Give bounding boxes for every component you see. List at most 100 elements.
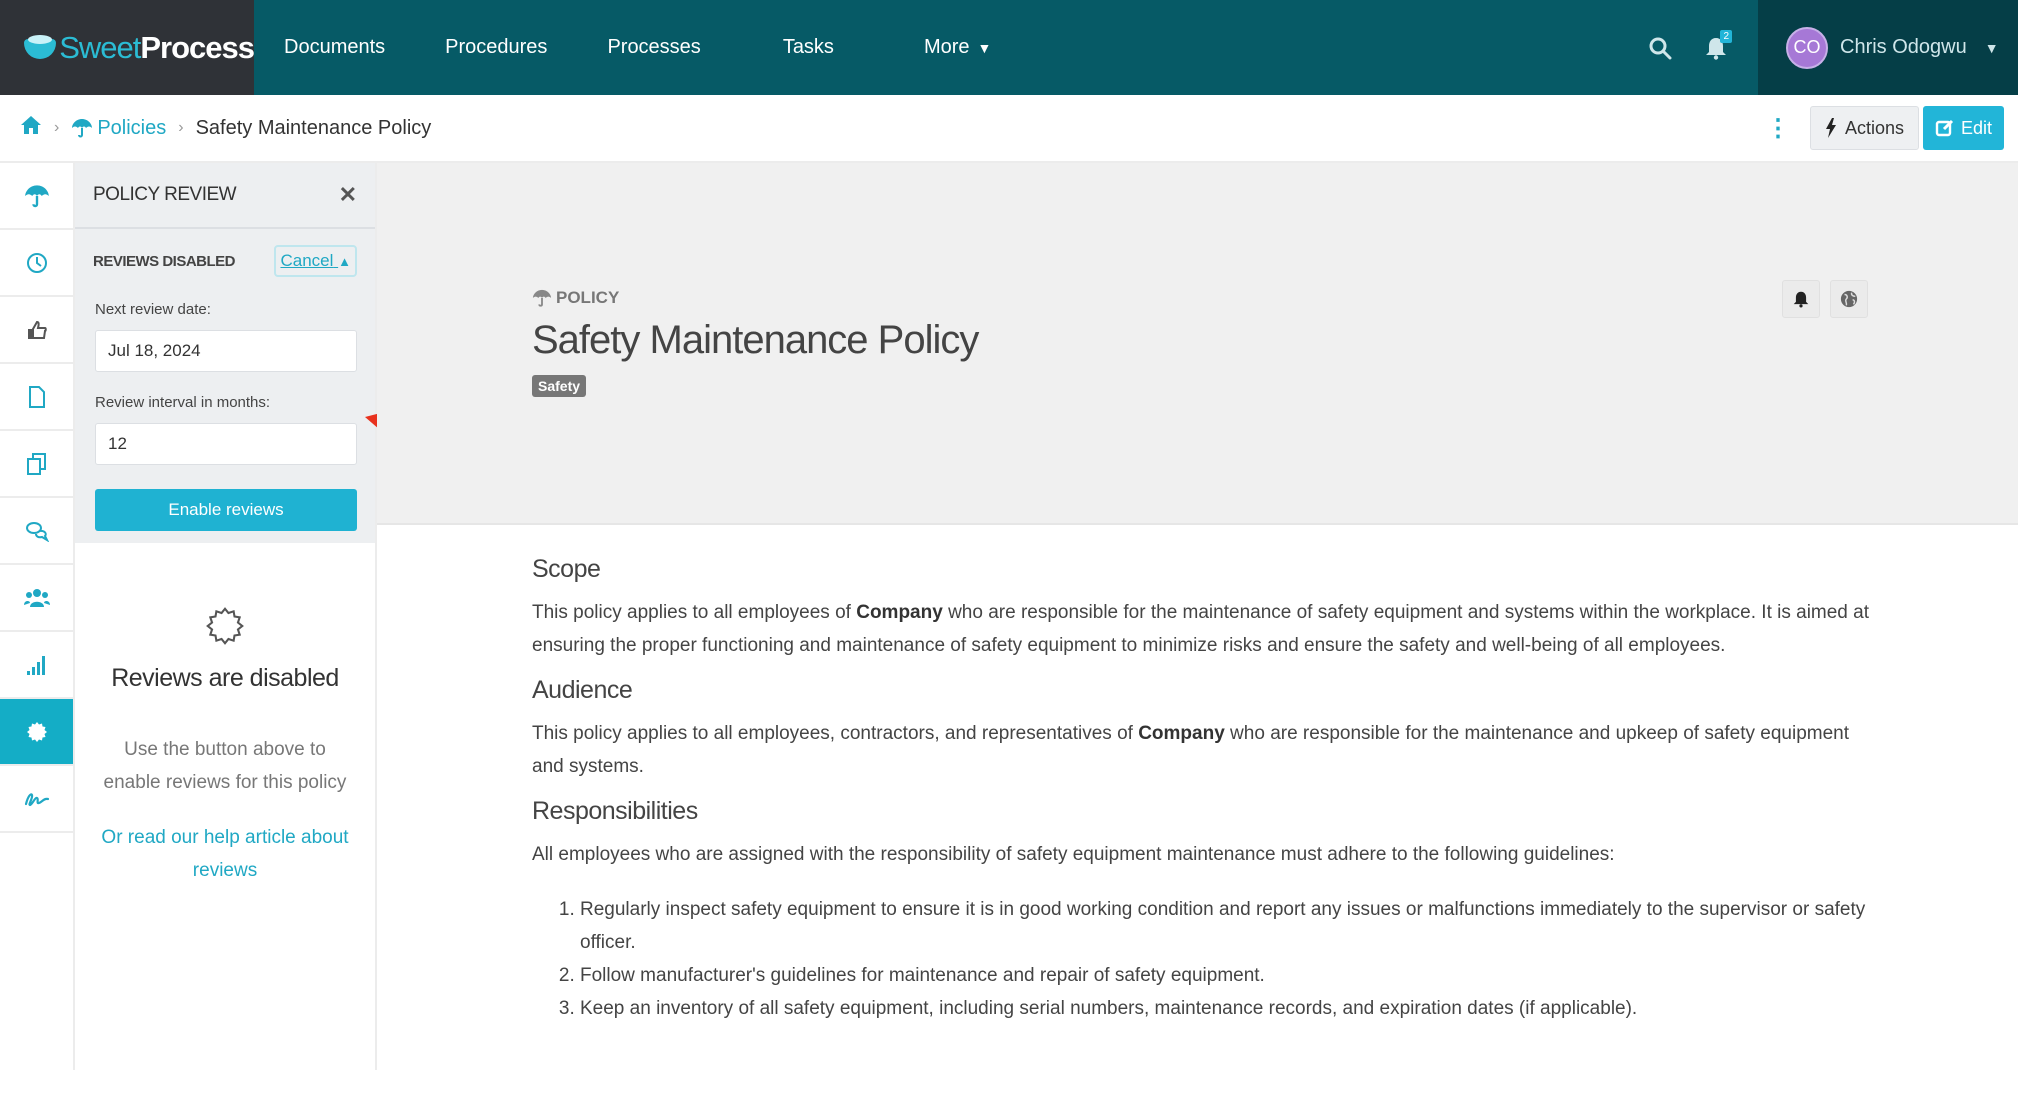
globe-icon xyxy=(1840,290,1858,308)
comments-icon xyxy=(25,521,49,542)
notifications-button[interactable]: 2 xyxy=(1688,0,1744,95)
breadcrumb-policies[interactable]: Policies xyxy=(71,117,166,140)
nav-label: Documents xyxy=(284,36,386,58)
side-rail xyxy=(0,163,75,1070)
umbrella-icon xyxy=(72,119,93,138)
logo[interactable]: SweetProcess xyxy=(0,0,255,95)
policy-content: Scope This policy applies to all employe… xyxy=(532,555,1872,1025)
breadcrumb-current: Safety Maintenance Policy xyxy=(195,116,432,139)
review-status: REVIEWS DISABLED xyxy=(93,252,236,270)
breadcrumb-label: Policies xyxy=(97,116,167,139)
edit-label: Edit xyxy=(1960,117,1992,138)
edit-icon xyxy=(1935,119,1954,137)
more-options-icon[interactable]: ⋮ xyxy=(1766,114,1790,143)
section-heading-audience: Audience xyxy=(532,676,633,704)
signature-icon xyxy=(24,792,49,806)
rail-item-comments[interactable] xyxy=(0,498,73,565)
reviews-disabled-title: Reviews are disabled xyxy=(111,664,339,692)
audience-paragraph: This policy applies to all employees, co… xyxy=(532,717,1872,783)
visibility-button[interactable] xyxy=(1830,280,1868,318)
chevron-up-icon: ▲ xyxy=(338,254,351,269)
company-name: Company xyxy=(1138,723,1225,744)
umbrella-icon xyxy=(24,184,49,207)
rail-item-document[interactable] xyxy=(0,364,73,431)
subscribe-button[interactable] xyxy=(1782,280,1820,318)
chevron-down-icon: ▼ xyxy=(977,39,992,56)
scope-paragraph: This policy applies to all employees of … xyxy=(532,596,1872,662)
enable-reviews-button[interactable]: Enable reviews xyxy=(95,489,357,531)
text: This policy applies to all employees of xyxy=(532,602,857,623)
rail-item-team[interactable] xyxy=(0,565,73,632)
rail-item-history[interactable] xyxy=(0,230,73,297)
actions-label: Actions xyxy=(1844,117,1904,138)
rail-item-stats[interactable] xyxy=(0,632,73,699)
search-icon xyxy=(1649,37,1672,59)
nav-processes[interactable]: Processes xyxy=(577,0,752,95)
rail-item-copies[interactable] xyxy=(0,431,73,498)
cancel-button[interactable]: Cancel ▲ xyxy=(274,245,357,277)
copy-icon xyxy=(26,452,46,475)
bolt-icon xyxy=(1825,118,1836,138)
company-name: Company xyxy=(856,602,943,623)
brand-process: Process xyxy=(140,29,255,65)
document-icon xyxy=(28,385,45,408)
policy-kicker: POLICY xyxy=(532,288,978,308)
clock-icon xyxy=(26,252,47,273)
user-menu[interactable]: CO Chris Odogwu ▼ xyxy=(1758,0,2018,95)
help-article-link[interactable]: Or read our help article about reviews xyxy=(75,821,375,887)
kicker-label: POLICY xyxy=(556,288,620,307)
cup-logo-icon xyxy=(24,33,56,63)
rail-item-policy[interactable] xyxy=(0,163,73,230)
rail-item-signatures[interactable] xyxy=(0,766,73,833)
nav-procedures[interactable]: Procedures xyxy=(415,0,577,95)
rail-item-approvals[interactable] xyxy=(0,297,73,364)
thumbs-up-icon xyxy=(27,320,47,339)
home-icon[interactable] xyxy=(20,115,42,141)
section-heading-scope: Scope xyxy=(532,555,601,583)
next-review-date-input[interactable] xyxy=(95,330,357,372)
page-title: Safety Maintenance Policy xyxy=(532,318,979,362)
bell-icon xyxy=(1793,291,1809,308)
nav-label: Procedures xyxy=(445,36,548,58)
chevron-down-icon: ▼ xyxy=(1984,39,1999,56)
review-interval-label: Review interval in months: xyxy=(95,394,271,411)
nav-more[interactable]: More ▼ xyxy=(894,0,1021,95)
review-interval-input[interactable] xyxy=(95,423,357,465)
responsibilities-intro: All employees who are assigned with the … xyxy=(532,844,1615,865)
avatar: CO xyxy=(1786,26,1828,69)
rail-item-reviews[interactable] xyxy=(0,699,73,766)
edit-button[interactable]: Edit xyxy=(1922,106,2004,150)
list-item: Regularly inspect safety equipment to en… xyxy=(580,893,1872,959)
signal-bars-icon xyxy=(26,655,45,675)
search-button[interactable] xyxy=(1632,0,1688,95)
nav-label: Processes xyxy=(607,36,701,58)
certificate-icon xyxy=(26,721,47,742)
certificate-outline-icon xyxy=(206,607,244,645)
panel-title: POLICY REVIEW xyxy=(93,184,237,205)
notification-count-badge: 2 xyxy=(1720,30,1732,43)
nav-label: More xyxy=(923,36,970,58)
cancel-label: Cancel xyxy=(280,251,334,270)
umbrella-icon xyxy=(532,289,552,307)
reviews-disabled-hint: Use the button above to enable reviews f… xyxy=(103,739,347,793)
nav-label: Tasks xyxy=(782,36,834,58)
breadcrumb-separator: › xyxy=(54,119,60,136)
section-heading-responsibilities: Responsibilities xyxy=(532,797,698,825)
policy-header: POLICY Safety Maintenance Policy Safety xyxy=(377,163,2018,525)
breadcrumb-bar: › Policies › Safety Maintenance Policy ⋮… xyxy=(0,95,2018,163)
list-item: Follow manufacturer's guidelines for mai… xyxy=(580,959,1872,992)
top-nav: SweetProcess Documents Procedures Proces… xyxy=(0,0,2018,95)
text: This policy applies to all employees, co… xyxy=(532,723,1139,744)
responsibilities-list: Regularly inspect safety equipment to en… xyxy=(532,893,1872,1025)
users-icon xyxy=(23,588,50,607)
nav-documents[interactable]: Documents xyxy=(254,0,415,95)
list-item: Keep an inventory of all safety equipmen… xyxy=(580,992,1872,1025)
next-review-date-label: Next review date: xyxy=(95,301,211,318)
tag-badge[interactable]: Safety xyxy=(532,375,587,397)
brand-sweet: Sweet xyxy=(59,29,141,65)
nav-tasks[interactable]: Tasks xyxy=(753,0,894,95)
user-name: Chris Odogwu xyxy=(1840,36,1967,58)
close-icon[interactable]: ✕ xyxy=(339,182,357,208)
actions-button[interactable]: Actions xyxy=(1809,106,1919,150)
policy-review-panel: POLICY REVIEW ✕ REVIEWS DISABLED Cancel … xyxy=(75,163,377,1070)
